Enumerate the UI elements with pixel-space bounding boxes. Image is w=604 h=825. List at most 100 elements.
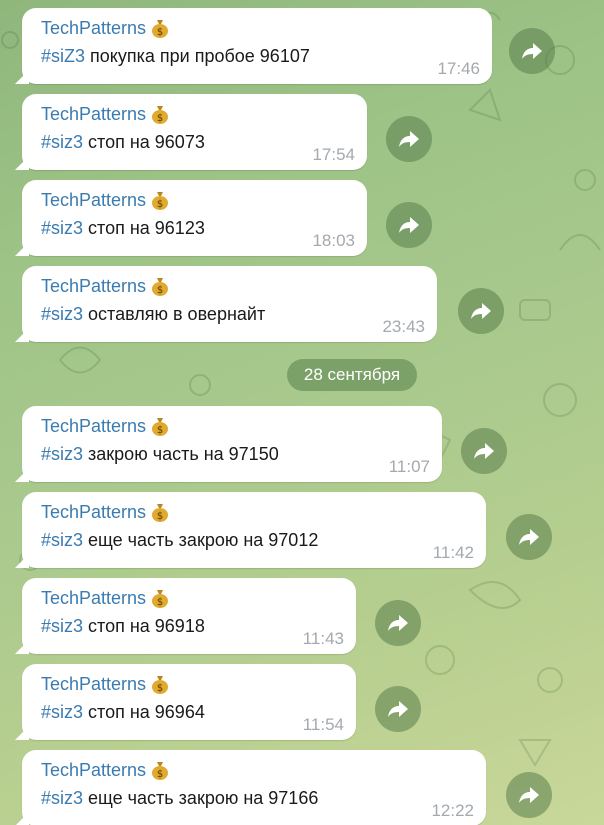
sender-name[interactable]: TechPatterns <box>41 501 146 523</box>
message-body: еще часть закрою на 97012 <box>83 530 319 550</box>
message-bubble: TechPatterns $ #siz3 стоп на 96073 17:54 <box>22 94 367 170</box>
sender-name-row: TechPatterns $ <box>41 673 336 695</box>
chat-history[interactable]: TechPatterns $ #siZ3 покупка при пробое 9… <box>0 0 604 825</box>
message-time: 17:54 <box>312 145 355 164</box>
message-text: #siz3 еще часть закрою на 97166 <box>41 787 466 809</box>
svg-text:$: $ <box>157 683 163 694</box>
message-bubble: TechPatterns $ #siz3 стоп на 96123 18:03 <box>22 180 367 256</box>
svg-text:$: $ <box>157 113 163 124</box>
message-bubble: TechPatterns $ #siz3 еще часть закрою на … <box>22 750 486 825</box>
forward-arrow-icon <box>474 443 494 459</box>
message-text: #siz3 оставляю в овернайт <box>41 303 417 325</box>
forward-button[interactable] <box>506 514 552 560</box>
sender-name[interactable]: TechPatterns <box>41 673 146 695</box>
money-bag-icon: $ <box>152 20 169 38</box>
hashtag-link[interactable]: #siz3 <box>41 444 83 464</box>
message-bubble: TechPatterns $ #siz3 закрою часть на 9715… <box>22 406 442 482</box>
message-time: 18:03 <box>312 231 355 250</box>
sender-name-row: TechPatterns $ <box>41 501 466 523</box>
message-text: #siz3 стоп на 96918 <box>41 615 336 637</box>
svg-text:$: $ <box>157 285 163 296</box>
forward-button[interactable] <box>375 600 421 646</box>
sender-name[interactable]: TechPatterns <box>41 275 146 297</box>
hashtag-link[interactable]: #siZ3 <box>41 46 85 66</box>
message-body: стоп на 96073 <box>83 132 205 152</box>
message-time: 11:43 <box>302 629 344 648</box>
forward-button[interactable] <box>509 28 555 74</box>
message-bubble: TechPatterns $ #siz3 оставляю в овернайт … <box>22 266 437 342</box>
forward-arrow-icon <box>519 787 539 803</box>
money-bag-icon: $ <box>152 418 169 436</box>
sender-name-row: TechPatterns $ <box>41 103 347 125</box>
sender-name-row: TechPatterns $ <box>41 189 347 211</box>
sender-name[interactable]: TechPatterns <box>41 189 146 211</box>
forward-button[interactable] <box>458 288 504 334</box>
svg-text:$: $ <box>157 511 163 522</box>
money-bag-icon: $ <box>152 504 169 522</box>
sender-name[interactable]: TechPatterns <box>41 759 146 781</box>
sender-name-row: TechPatterns $ <box>41 759 466 781</box>
message-body: стоп на 96918 <box>83 616 205 636</box>
hashtag-link[interactable]: #siz3 <box>41 702 83 722</box>
sender-name[interactable]: TechPatterns <box>41 103 146 125</box>
message-bubble: TechPatterns $ #siZ3 покупка при пробое 9… <box>22 8 492 84</box>
message-time: 23:43 <box>382 317 425 336</box>
date-separator: 28 сентября <box>287 359 417 391</box>
hashtag-link[interactable]: #siz3 <box>41 304 83 324</box>
sender-name-row: TechPatterns $ <box>41 275 417 297</box>
forward-arrow-icon <box>399 131 419 147</box>
forward-arrow-icon <box>388 615 408 631</box>
sender-name-row: TechPatterns $ <box>41 587 336 609</box>
message-body: стоп на 96964 <box>83 702 205 722</box>
forward-arrow-icon <box>522 43 542 59</box>
message-text: #siz3 стоп на 96964 <box>41 701 336 723</box>
forward-arrow-icon <box>519 529 539 545</box>
forward-button[interactable] <box>461 428 507 474</box>
money-bag-icon: $ <box>152 278 169 296</box>
message-bubble: TechPatterns $ #siz3 стоп на 96964 11:54 <box>22 664 356 740</box>
sender-name[interactable]: TechPatterns <box>41 587 146 609</box>
message-text: #siZ3 покупка при пробое 96107 <box>41 45 472 67</box>
hashtag-link[interactable]: #siz3 <box>41 132 83 152</box>
message-time: 11:42 <box>432 543 474 562</box>
message-text: #siz3 закрою часть на 97150 <box>41 443 422 465</box>
money-bag-icon: $ <box>152 676 169 694</box>
sender-name-row: TechPatterns $ <box>41 17 472 39</box>
money-bag-icon: $ <box>152 192 169 210</box>
forward-button[interactable] <box>386 116 432 162</box>
message-body: стоп на 96123 <box>83 218 205 238</box>
message-bubble: TechPatterns $ #siz3 еще часть закрою на … <box>22 492 486 568</box>
message-body: еще часть закрою на 97166 <box>83 788 319 808</box>
hashtag-link[interactable]: #siz3 <box>41 218 83 238</box>
money-bag-icon: $ <box>152 106 169 124</box>
sender-name[interactable]: TechPatterns <box>41 17 146 39</box>
message-text: #siz3 стоп на 96123 <box>41 217 347 239</box>
forward-arrow-icon <box>471 303 491 319</box>
sender-name-row: TechPatterns $ <box>41 415 422 437</box>
svg-text:$: $ <box>157 27 163 38</box>
message-text: #siz3 стоп на 96073 <box>41 131 347 153</box>
message-time: 11:54 <box>302 715 344 734</box>
hashtag-link[interactable]: #siz3 <box>41 530 83 550</box>
money-bag-icon: $ <box>152 762 169 780</box>
message-time: 11:07 <box>388 457 430 476</box>
forward-button[interactable] <box>375 686 421 732</box>
message-time: 17:46 <box>437 59 480 78</box>
forward-arrow-icon <box>388 701 408 717</box>
message-time: 12:22 <box>431 801 474 820</box>
message-body: покупка при пробое 96107 <box>85 46 310 66</box>
forward-button[interactable] <box>506 772 552 818</box>
message-text: #siz3 еще часть закрою на 97012 <box>41 529 466 551</box>
hashtag-link[interactable]: #siz3 <box>41 616 83 636</box>
message-body: закрою часть на 97150 <box>83 444 279 464</box>
forward-button[interactable] <box>386 202 432 248</box>
svg-text:$: $ <box>157 199 163 210</box>
svg-text:$: $ <box>157 425 163 436</box>
money-bag-icon: $ <box>152 590 169 608</box>
message-body: оставляю в овернайт <box>83 304 266 324</box>
hashtag-link[interactable]: #siz3 <box>41 788 83 808</box>
sender-name[interactable]: TechPatterns <box>41 415 146 437</box>
forward-arrow-icon <box>399 217 419 233</box>
svg-text:$: $ <box>157 769 163 780</box>
message-bubble: TechPatterns $ #siz3 стоп на 96918 11:43 <box>22 578 356 654</box>
